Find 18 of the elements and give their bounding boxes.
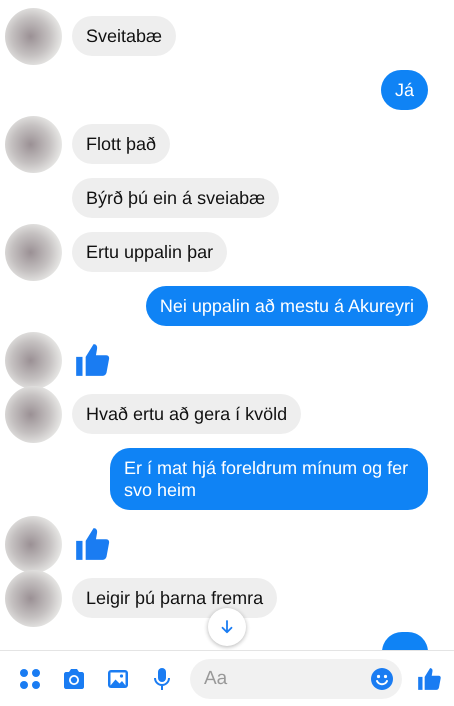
- message-bubble: Já: [380, 70, 428, 110]
- message-bubble: Flott það: [72, 124, 170, 164]
- message-bubble: Býrð þú ein á sveiabæ: [72, 178, 280, 218]
- message-input[interactable]: Aa: [202, 666, 370, 690]
- camera-icon[interactable]: [62, 666, 86, 690]
- scroll-down-button[interactable]: [208, 608, 246, 646]
- message-bubble: Nei uppalin að mestu á Akureyri: [146, 286, 428, 326]
- thumbs-up-icon: [73, 525, 111, 563]
- message-bubble: Hvað ertu að gera í kvöld: [72, 394, 302, 434]
- apps-icon[interactable]: [18, 666, 42, 690]
- thumbs-up-icon[interactable]: [416, 666, 442, 692]
- message-bubble: Er í mat hjá foreldrum mínum og fer svo heim: [110, 448, 428, 510]
- message-bubble: Sveitabæ: [72, 16, 176, 56]
- message-bubble: Leigir þú þarna fremra: [72, 578, 278, 618]
- message-bubble: Ertu uppalin þar: [72, 232, 228, 272]
- thumbs-up-icon: [73, 341, 111, 379]
- smiley-icon[interactable]: [370, 666, 394, 690]
- message-field[interactable]: Aa: [190, 658, 402, 698]
